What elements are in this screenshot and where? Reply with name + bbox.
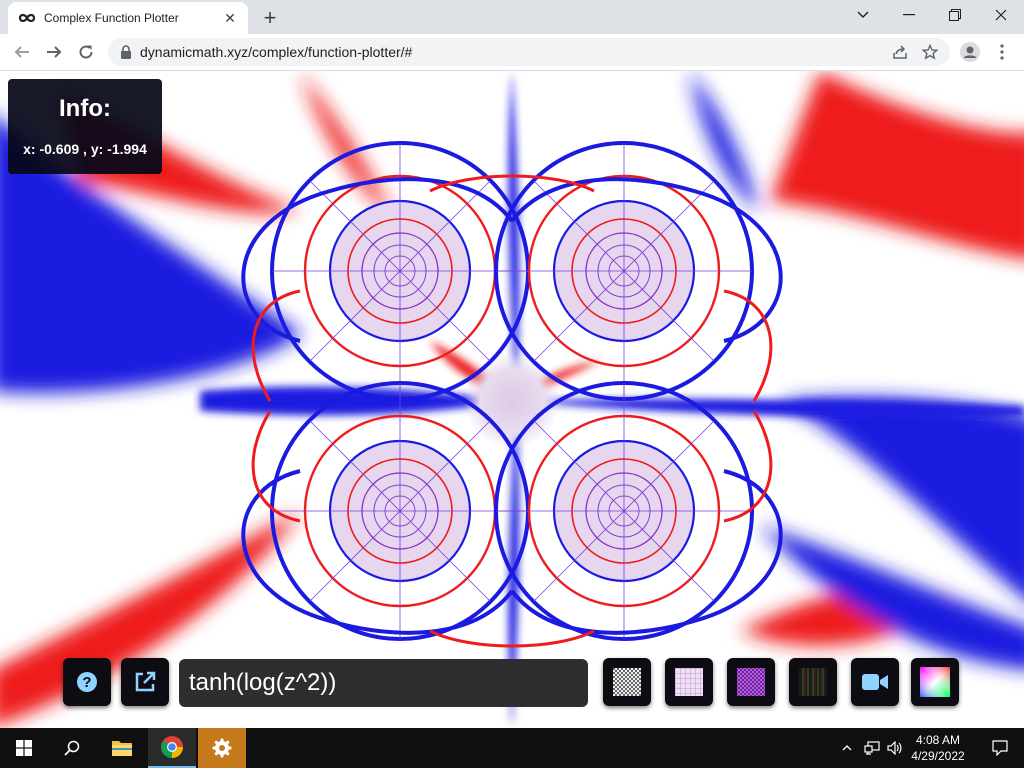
open-external-button[interactable]: [121, 658, 169, 706]
reload-icon: [79, 45, 93, 59]
show-hidden-icons-button[interactable]: [836, 728, 858, 768]
checker-texture-button[interactable]: [603, 658, 651, 706]
restore-button[interactable]: [932, 0, 978, 30]
chevron-up-icon: [842, 745, 852, 751]
file-explorer-button[interactable]: [98, 728, 146, 768]
browser-menu-button[interactable]: [988, 38, 1016, 66]
chrome-taskbar-button[interactable]: [148, 728, 196, 768]
search-button[interactable]: [48, 728, 96, 768]
browser-tab-strip: Complex Function Plotter ✕ +: [0, 0, 1024, 34]
close-window-button[interactable]: [978, 0, 1024, 30]
help-icon: ?: [77, 672, 97, 692]
video-camera-button[interactable]: [851, 658, 899, 706]
info-panel: Info: x: -0.609 , y: -1.994: [8, 79, 162, 174]
color-wheel-button[interactable]: [911, 658, 959, 706]
url-text: dynamicmath.xyz/complex/function-plotter…: [140, 44, 413, 60]
more-vertical-icon: [1000, 44, 1004, 60]
lock-icon[interactable]: [120, 45, 132, 59]
browser-tab[interactable]: Complex Function Plotter ✕: [8, 2, 248, 34]
windows-taskbar: 4:08 AM 4/29/2022: [0, 728, 1024, 768]
reload-button[interactable]: [72, 38, 100, 66]
grid-texture-icon: [675, 668, 703, 696]
dark-texture-button[interactable]: [789, 658, 837, 706]
taskbar-clock[interactable]: 4:08 AM 4/29/2022: [906, 732, 970, 764]
forward-button[interactable]: [40, 38, 68, 66]
share-icon[interactable]: [892, 44, 908, 60]
minimize-button[interactable]: [886, 0, 932, 30]
arrow-right-icon: [47, 46, 62, 58]
windows-logo-icon: [16, 740, 32, 756]
search-icon: [64, 740, 80, 756]
svg-text:?: ?: [82, 674, 91, 691]
network-icon: [864, 741, 880, 755]
tab-search-icon[interactable]: [840, 0, 886, 30]
settings-taskbar-button[interactable]: [198, 728, 246, 768]
back-button[interactable]: [8, 38, 36, 66]
chrome-icon: [161, 736, 183, 758]
notification-icon: [992, 740, 1008, 756]
help-button[interactable]: ?: [63, 658, 111, 706]
clock-time: 4:08 AM: [915, 733, 961, 747]
open-external-icon: [135, 671, 156, 692]
purple-texture-button[interactable]: [727, 658, 775, 706]
speaker-icon: [887, 741, 902, 755]
profile-icon: [960, 42, 980, 62]
bookmark-star-icon[interactable]: [922, 44, 938, 60]
dark-texture-icon: [799, 668, 827, 696]
folder-icon: [112, 741, 132, 756]
color-wheel-icon: [920, 667, 950, 697]
video-camera-icon: [862, 674, 888, 690]
arrow-left-icon: [14, 46, 29, 58]
network-button[interactable]: [860, 728, 884, 768]
clock-date: 4/29/2022: [911, 749, 965, 763]
infinity-icon: [18, 13, 36, 23]
close-tab-icon[interactable]: ✕: [222, 10, 238, 26]
purple-texture-icon: [737, 668, 765, 696]
browser-toolbar: dynamicmath.xyz/complex/function-plotter…: [0, 34, 1024, 71]
new-tab-button[interactable]: +: [258, 5, 282, 30]
gear-icon: [212, 738, 232, 758]
volume-button[interactable]: [884, 728, 906, 768]
address-bar[interactable]: dynamicmath.xyz/complex/function-plotter…: [108, 38, 950, 66]
notifications-button[interactable]: [976, 728, 1024, 768]
tab-title: Complex Function Plotter: [44, 11, 179, 25]
start-button[interactable]: [0, 728, 48, 768]
cursor-coordinates: x: -0.609 , y: -1.994: [23, 141, 147, 157]
profile-avatar[interactable]: [956, 38, 984, 66]
checker-texture-icon: [613, 668, 641, 696]
info-title: Info:: [59, 95, 111, 122]
grid-texture-button[interactable]: [665, 658, 713, 706]
function-input[interactable]: [179, 659, 588, 707]
